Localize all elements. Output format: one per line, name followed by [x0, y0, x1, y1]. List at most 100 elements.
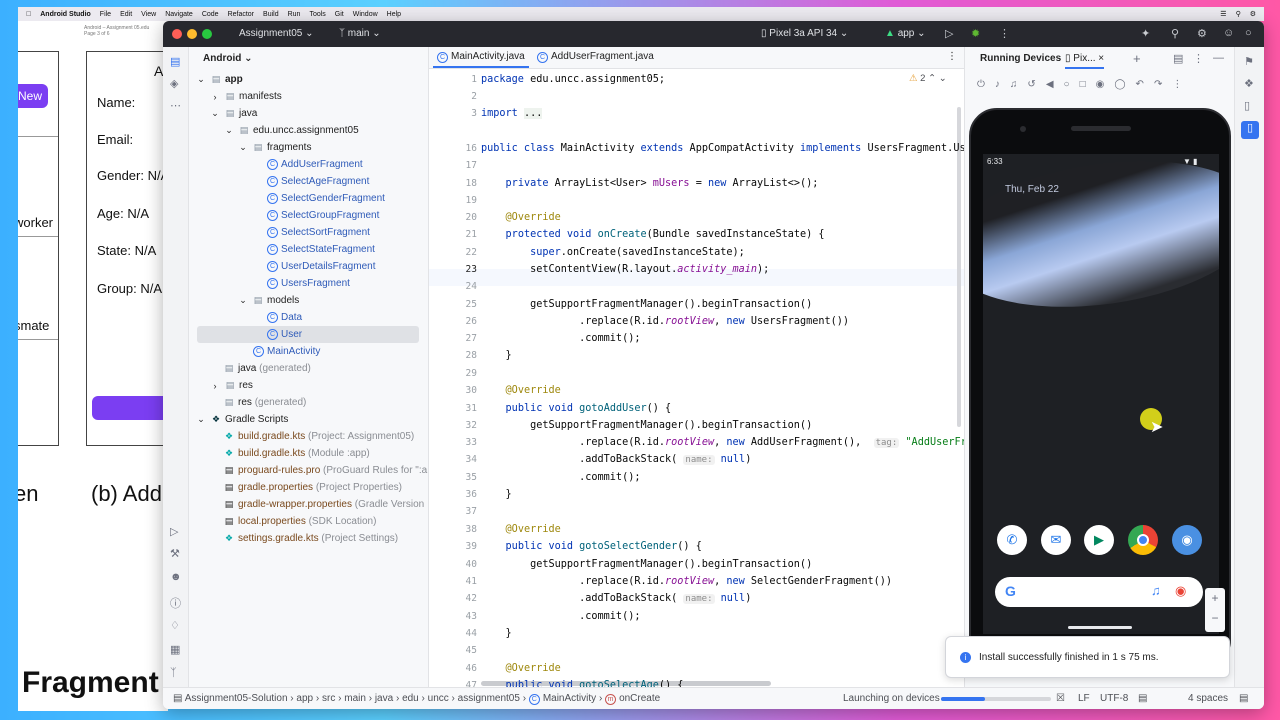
home-icon[interactable]: ○: [1064, 79, 1080, 90]
sdk-manager-icon[interactable]: ○: [1245, 27, 1252, 39]
power-icon[interactable]: ⏻: [977, 79, 995, 90]
app-quality-icon[interactable]: ♢: [170, 619, 180, 632]
breadcrumb-item[interactable]: java: [375, 693, 393, 704]
device-controls-toolbar[interactable]: ⏻♪♫↺◀○□◉◯↶↷⋮: [977, 79, 1192, 90]
device-manager-icon[interactable]: ▯: [1244, 99, 1250, 112]
breadcrumb-item[interactable]: assignment05: [458, 693, 520, 704]
run-icon[interactable]: ▷: [945, 27, 953, 40]
device-screen[interactable]: 6:33 ▼ ▮ Thu, Feb 22 ✆ ✉ ▶ ◉ G ♫ ◉: [983, 154, 1219, 634]
tree-item-class[interactable]: C SelectAgeFragment: [189, 173, 429, 190]
version-control-icon[interactable]: ᛉ: [170, 667, 177, 679]
tree-item-class[interactable]: C MainActivity: [189, 343, 429, 360]
lock-icon[interactable]: ▤: [1239, 693, 1248, 704]
wifi-icon[interactable]: ☰: [1220, 10, 1226, 18]
redo-icon[interactable]: ↷: [1154, 79, 1172, 90]
close-window-button[interactable]: [172, 29, 182, 39]
tree-item-java-generated[interactable]: ▤ java (generated): [189, 360, 429, 377]
tree-item-gradle-file[interactable]: ❖ build.gradle.kts (Project: Assignment05…: [189, 428, 429, 445]
tree-item-properties[interactable]: ▤ gradle-wrapper.properties (Gradle Versi…: [189, 496, 429, 513]
more-tools-icon[interactable]: ⋯: [170, 99, 181, 112]
mic-icon[interactable]: ♫: [1151, 583, 1161, 598]
breadcrumb-item[interactable]: main: [344, 693, 366, 704]
tree-item-proguard[interactable]: ▤ proguard-rules.pro (ProGuard Rules for …: [189, 462, 429, 479]
menu-refactor[interactable]: Refactor: [228, 11, 254, 18]
breadcrumb-item[interactable]: MainActivity: [543, 693, 596, 704]
account-icon[interactable]: ☺: [1223, 27, 1234, 39]
code-editor[interactable]: C MainActivity.java C AddUserFragment.java…: [429, 47, 964, 695]
project-tool-icon[interactable]: ▤: [170, 55, 180, 68]
menu-view[interactable]: View: [141, 11, 156, 18]
tree-item-class[interactable]: C SelectStateFragment: [189, 241, 429, 258]
rotate-icon[interactable]: ↺: [1027, 79, 1045, 90]
menu-help[interactable]: Help: [387, 11, 401, 18]
menu-edit[interactable]: Edit: [120, 11, 132, 18]
tree-item-gradle-file[interactable]: ❖ build.gradle.kts (Module :app): [189, 445, 429, 462]
tab-mainactivity[interactable]: C MainActivity.java: [433, 51, 529, 68]
run-tool-icon[interactable]: ▷: [170, 525, 178, 538]
breadcrumb-item[interactable]: src: [322, 693, 335, 704]
control-center-icon[interactable]: ⚙: [1250, 10, 1256, 18]
cancel-launch-icon[interactable]: ☒: [1056, 693, 1065, 704]
resource-manager-icon[interactable]: ◈: [170, 77, 178, 90]
tree-item-class[interactable]: C AddUserFragment: [189, 156, 429, 173]
tree-item-gradle-file[interactable]: ❖ settings.gradle.kts (Project Settings): [189, 530, 429, 547]
zoom-controls[interactable]: + −: [1205, 588, 1225, 632]
project-view-selector[interactable]: Android ⌄: [203, 53, 253, 64]
branch-switcher[interactable]: ᛉ main ⌄: [339, 28, 381, 39]
tree-item-class[interactable]: C SelectSortFragment: [189, 224, 429, 241]
menu-build[interactable]: Build: [263, 11, 279, 18]
gesture-nav-bar[interactable]: [1068, 626, 1132, 629]
indent-setting[interactable]: 4 spaces: [1188, 693, 1228, 704]
apple-icon[interactable]: : [26, 11, 31, 18]
more-icon[interactable]: ⋮: [1172, 79, 1192, 90]
tree-item-package[interactable]: ⌄ ▤ edu.uncc.assignment05: [189, 122, 429, 139]
zoom-window-button[interactable]: [202, 29, 212, 39]
run-config-selector[interactable]: ▲ app ⌄: [885, 28, 926, 39]
breadcrumb-item[interactable]: edu: [402, 693, 419, 704]
tree-item-class[interactable]: C SelectGenderFragment: [189, 190, 429, 207]
tree-item-class[interactable]: C Data: [189, 309, 429, 326]
tree-item-properties[interactable]: ▤ local.properties (SDK Location): [189, 513, 429, 530]
device-tab[interactable]: ▯ Pix... ×: [1065, 53, 1105, 69]
screenshot-icon[interactable]: ◉: [1096, 79, 1115, 90]
tree-item-class[interactable]: C SelectGroupFragment: [189, 207, 429, 224]
more-icon[interactable]: ⋮: [1193, 52, 1204, 65]
phone-app-icon[interactable]: ✆: [997, 525, 1027, 555]
zoom-in-icon[interactable]: +: [1211, 591, 1218, 605]
volume-down-icon[interactable]: ♫: [1010, 79, 1028, 90]
messages-app-icon[interactable]: ✉: [1041, 525, 1071, 555]
tree-item-models[interactable]: ⌄ ▤ models: [189, 292, 429, 309]
editor-more-icon[interactable]: ⋮: [947, 51, 957, 62]
chrome-icon[interactable]: [1128, 525, 1158, 555]
breadcrumb-item[interactable]: onCreate: [619, 693, 660, 704]
settings-icon[interactable]: ⚙: [1197, 27, 1207, 40]
line-ending[interactable]: LF: [1078, 693, 1090, 704]
breadcrumb-item[interactable]: Assignment05-Solution: [185, 693, 288, 704]
more-icon[interactable]: ⋮: [999, 27, 1010, 40]
menu-tools[interactable]: Tools: [309, 11, 325, 18]
minimize-panel-icon[interactable]: —: [1213, 52, 1224, 64]
tree-item-fragments[interactable]: ⌄ ▤ fragments: [189, 139, 429, 156]
vertical-scrollbar[interactable]: [957, 107, 961, 427]
tab-adduserfragment[interactable]: C AddUserFragment.java: [537, 51, 654, 63]
device-selector[interactable]: ▯ Pixel 3a API 34 ⌄: [761, 28, 848, 39]
volume-up-icon[interactable]: ♪: [995, 79, 1010, 90]
menu-code[interactable]: Code: [202, 11, 219, 18]
terminal-icon[interactable]: ▦: [170, 643, 180, 656]
add-device-icon[interactable]: +: [1133, 51, 1141, 66]
tree-item-app[interactable]: ⌄ ▤ app: [189, 71, 429, 88]
undo-icon[interactable]: ↶: [1136, 79, 1154, 90]
minimize-window-button[interactable]: [187, 29, 197, 39]
warnings-indicator[interactable]: ⚠ 2 ⌃ ⌄: [909, 73, 947, 84]
lens-icon[interactable]: ◉: [1175, 583, 1186, 599]
vcs-icon[interactable]: ✦: [1141, 27, 1150, 40]
menu-window[interactable]: Window: [353, 11, 378, 18]
menu-run[interactable]: Run: [288, 11, 301, 18]
problems-icon[interactable]: ⓘ: [170, 595, 181, 611]
tree-item-properties[interactable]: ▤ gradle.properties (Project Properties): [189, 479, 429, 496]
build-tool-icon[interactable]: ⚒: [170, 547, 180, 560]
running-devices-icon[interactable]: ▯: [1241, 121, 1259, 139]
google-search-bar[interactable]: G ♫ ◉: [995, 577, 1203, 607]
notifications-icon[interactable]: ⚑: [1244, 55, 1254, 68]
search-icon[interactable]: ⚲: [1236, 10, 1241, 18]
